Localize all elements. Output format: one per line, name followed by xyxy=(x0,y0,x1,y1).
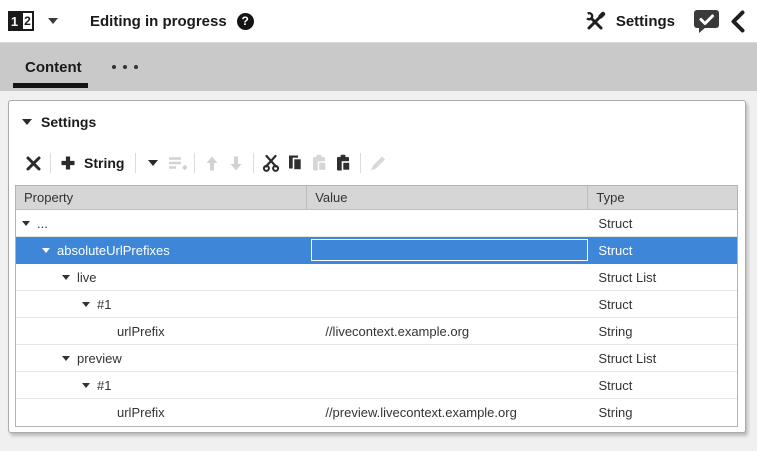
version-badge-left: 1 xyxy=(8,11,21,31)
settings-panel: Settings String xyxy=(8,100,746,433)
window-header: 1 2 Editing in progress ? Settings xyxy=(0,0,757,43)
property-name: #1 xyxy=(97,378,111,393)
column-header-property: Property xyxy=(16,186,307,209)
move-up-icon xyxy=(200,151,224,175)
property-value: //livecontext.example.org xyxy=(325,324,469,339)
add-type-label[interactable]: String xyxy=(84,155,124,171)
table-header-row: Property Value Type xyxy=(16,186,737,210)
collapse-triangle-icon xyxy=(22,119,32,125)
help-icon[interactable]: ? xyxy=(237,13,254,30)
property-value: //preview.livecontext.example.org xyxy=(325,405,516,420)
expand-triangle-icon[interactable] xyxy=(42,248,50,253)
more-tabs-icon[interactable] xyxy=(112,65,138,69)
settings-panel-title: Settings xyxy=(41,114,96,130)
property-type: String xyxy=(598,405,632,420)
property-name: live xyxy=(77,270,97,285)
value-edit-box[interactable] xyxy=(311,239,588,261)
table-row[interactable]: urlPrefix //preview.livecontext.example.… xyxy=(16,399,737,426)
approval-comment-icon[interactable] xyxy=(693,9,720,33)
expand-triangle-icon[interactable] xyxy=(62,356,70,361)
paste-into-icon[interactable] xyxy=(331,151,355,175)
property-name: urlPrefix xyxy=(117,405,165,420)
table-row[interactable]: preview Struct List xyxy=(16,345,737,372)
property-type: Struct xyxy=(598,378,632,393)
document-versions-icon[interactable]: 1 2 xyxy=(8,11,34,31)
column-header-type: Type xyxy=(588,186,737,209)
expand-triangle-icon[interactable] xyxy=(82,383,90,388)
table-row[interactable]: live Struct List xyxy=(16,264,737,291)
tools-icon xyxy=(584,11,606,31)
expand-triangle-icon[interactable] xyxy=(22,221,30,226)
property-name: preview xyxy=(77,351,122,366)
table-row[interactable]: urlPrefix //livecontext.example.org Stri… xyxy=(16,318,737,345)
property-name: #1 xyxy=(97,297,111,312)
add-type-caret-icon[interactable] xyxy=(141,151,165,175)
active-tab-underline xyxy=(13,83,88,88)
status-title: Editing in progress xyxy=(90,13,227,30)
table-row[interactable]: ... Struct xyxy=(16,210,737,237)
property-type: String xyxy=(598,324,632,339)
table-row[interactable]: absoluteUrlPrefixes Struct xyxy=(16,237,737,264)
tab-content-label: Content xyxy=(25,59,82,76)
settings-title: Settings xyxy=(616,13,675,30)
struct-property-table: Property Value Type ... Struct absoluteU… xyxy=(15,185,738,427)
column-header-value: Value xyxy=(307,186,588,209)
copy-icon[interactable] xyxy=(283,151,307,175)
add-property-icon[interactable] xyxy=(56,151,80,175)
version-badge-right: 2 xyxy=(21,11,34,31)
add-to-list-icon xyxy=(165,151,189,175)
move-down-icon xyxy=(224,151,248,175)
expand-triangle-icon[interactable] xyxy=(62,275,70,280)
table-row[interactable]: #1 Struct xyxy=(16,372,737,399)
property-type: Struct List xyxy=(598,270,656,285)
settings-panel-header[interactable]: Settings xyxy=(9,101,745,130)
edit-icon xyxy=(366,151,390,175)
property-type: Struct xyxy=(598,216,632,231)
version-dropdown-caret-icon[interactable] xyxy=(48,18,58,24)
property-name: absoluteUrlPrefixes xyxy=(57,243,170,258)
property-name: ... xyxy=(37,216,48,231)
property-name: urlPrefix xyxy=(117,324,165,339)
property-type: Struct List xyxy=(598,351,656,366)
table-row[interactable]: #1 Struct xyxy=(16,291,737,318)
property-type: Struct xyxy=(598,243,632,258)
property-type: Struct xyxy=(598,297,632,312)
tab-strip: Content xyxy=(0,43,757,91)
tab-content[interactable]: Content xyxy=(0,43,82,91)
expand-triangle-icon[interactable] xyxy=(82,302,90,307)
cut-icon[interactable] xyxy=(259,151,283,175)
paste-icon xyxy=(307,151,331,175)
struct-editor-toolbar: String xyxy=(21,150,745,176)
table-body: ... Struct absoluteUrlPrefixes Struct li… xyxy=(16,210,737,426)
delete-icon[interactable] xyxy=(21,151,45,175)
collapse-panel-chevron-icon[interactable] xyxy=(730,10,745,33)
